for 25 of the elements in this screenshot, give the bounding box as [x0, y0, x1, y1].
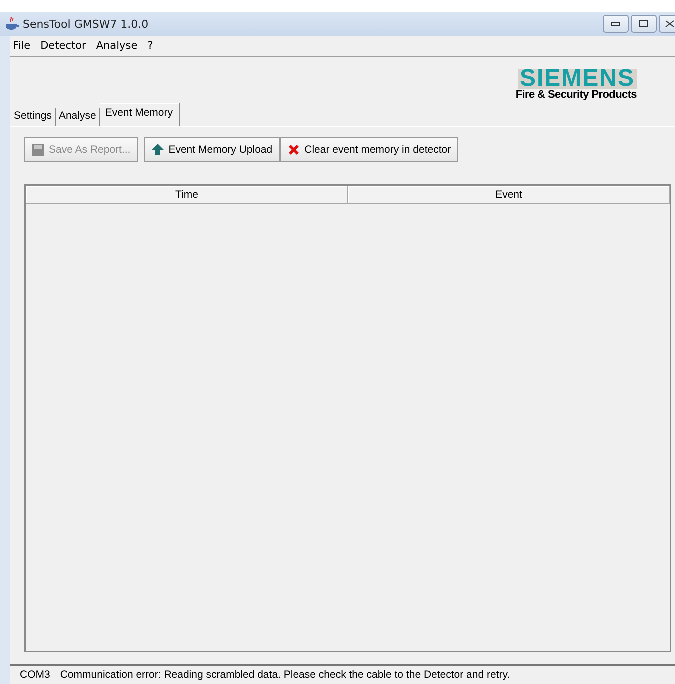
- logo-tagline: Fire & Security Products: [516, 89, 637, 101]
- cup-icon: [4, 16, 20, 32]
- tab[interactable]: Event Memory: [100, 103, 180, 126]
- minimize-button[interactable]: [603, 15, 629, 33]
- up-arrow-icon: [150, 142, 165, 156]
- close-button[interactable]: [659, 15, 675, 33]
- toolbar-button[interactable]: Event Memory Upload: [144, 137, 280, 162]
- floppy-icon: [31, 142, 45, 156]
- status-message: Communication error: Reading scrambled data. Please check the cable to the Detector and retry.: [60, 669, 510, 681]
- menu-item[interactable]: Analyse: [95, 40, 139, 52]
- column-header[interactable]: Event: [348, 186, 670, 204]
- cross-icon: [286, 142, 301, 156]
- menu-item[interactable]: Detector: [40, 40, 88, 52]
- close-icon: [665, 20, 675, 28]
- maximize-icon: [639, 20, 649, 28]
- column-header[interactable]: Time: [26, 186, 348, 204]
- toolbar-button[interactable]: Clear event memory in detector: [280, 137, 458, 162]
- window-title: SensTool GMSW7 1.0.0: [23, 18, 150, 30]
- tab[interactable]: Settings: [11, 108, 56, 126]
- menu-item[interactable]: ?: [146, 40, 154, 52]
- menu-item[interactable]: File: [12, 40, 32, 52]
- port-label: COM3: [20, 669, 50, 681]
- brand-logo: SIEMENS: [518, 69, 637, 89]
- minimize-icon: [611, 21, 621, 27]
- maximize-button[interactable]: [631, 15, 657, 33]
